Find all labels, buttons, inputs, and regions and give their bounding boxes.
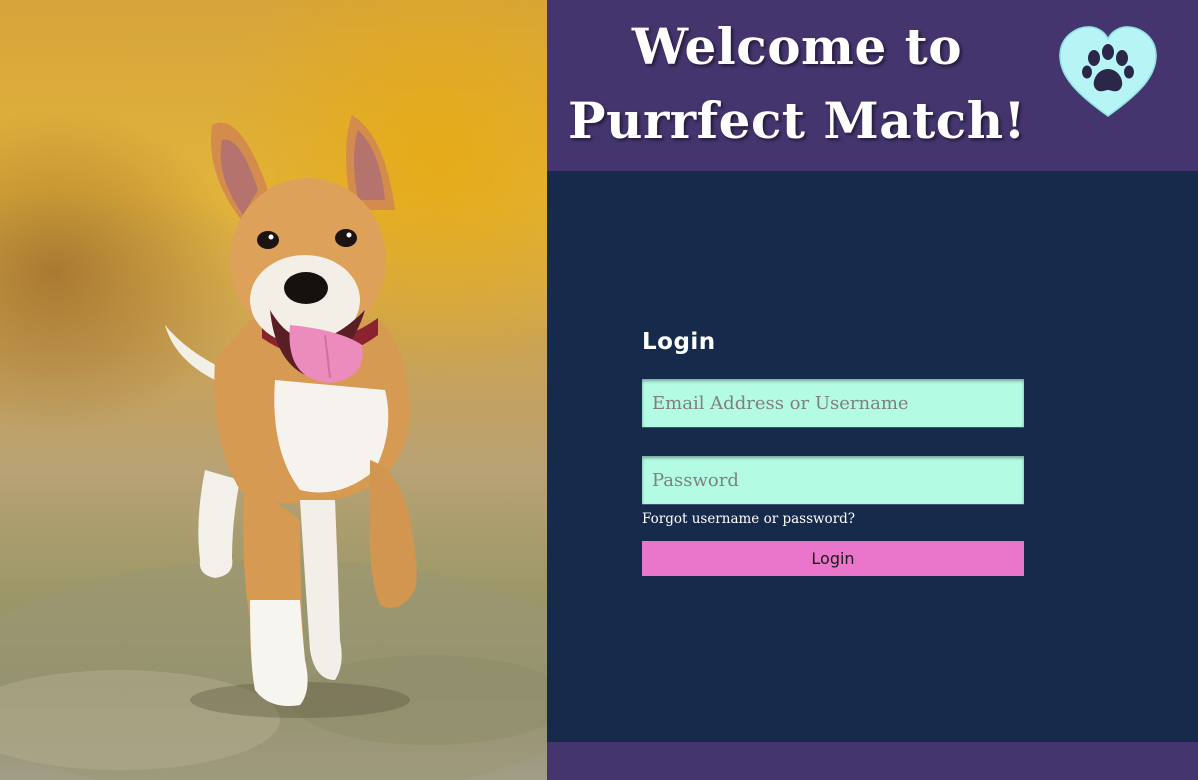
header-banner: Welcome to Purrfect Match! — [547, 0, 1198, 171]
title-line-2: Purrfect Match! — [568, 91, 1026, 150]
footer-bar — [547, 742, 1198, 780]
login-heading: Login — [642, 329, 716, 355]
forgot-credentials-link[interactable]: Forgot username or password? — [642, 511, 855, 527]
password-field[interactable] — [642, 456, 1024, 504]
email-field[interactable] — [642, 379, 1024, 427]
title-line-1: Welcome to — [631, 17, 963, 76]
login-panel: Login Forgot username or password? Login — [547, 171, 1198, 742]
login-button[interactable]: Login — [642, 541, 1024, 576]
hero-photo — [0, 0, 547, 780]
paw-heart-icon — [1057, 24, 1159, 120]
page-title: Welcome to Purrfect Match! — [547, 10, 1047, 158]
puppy-illustration — [0, 115, 547, 780]
